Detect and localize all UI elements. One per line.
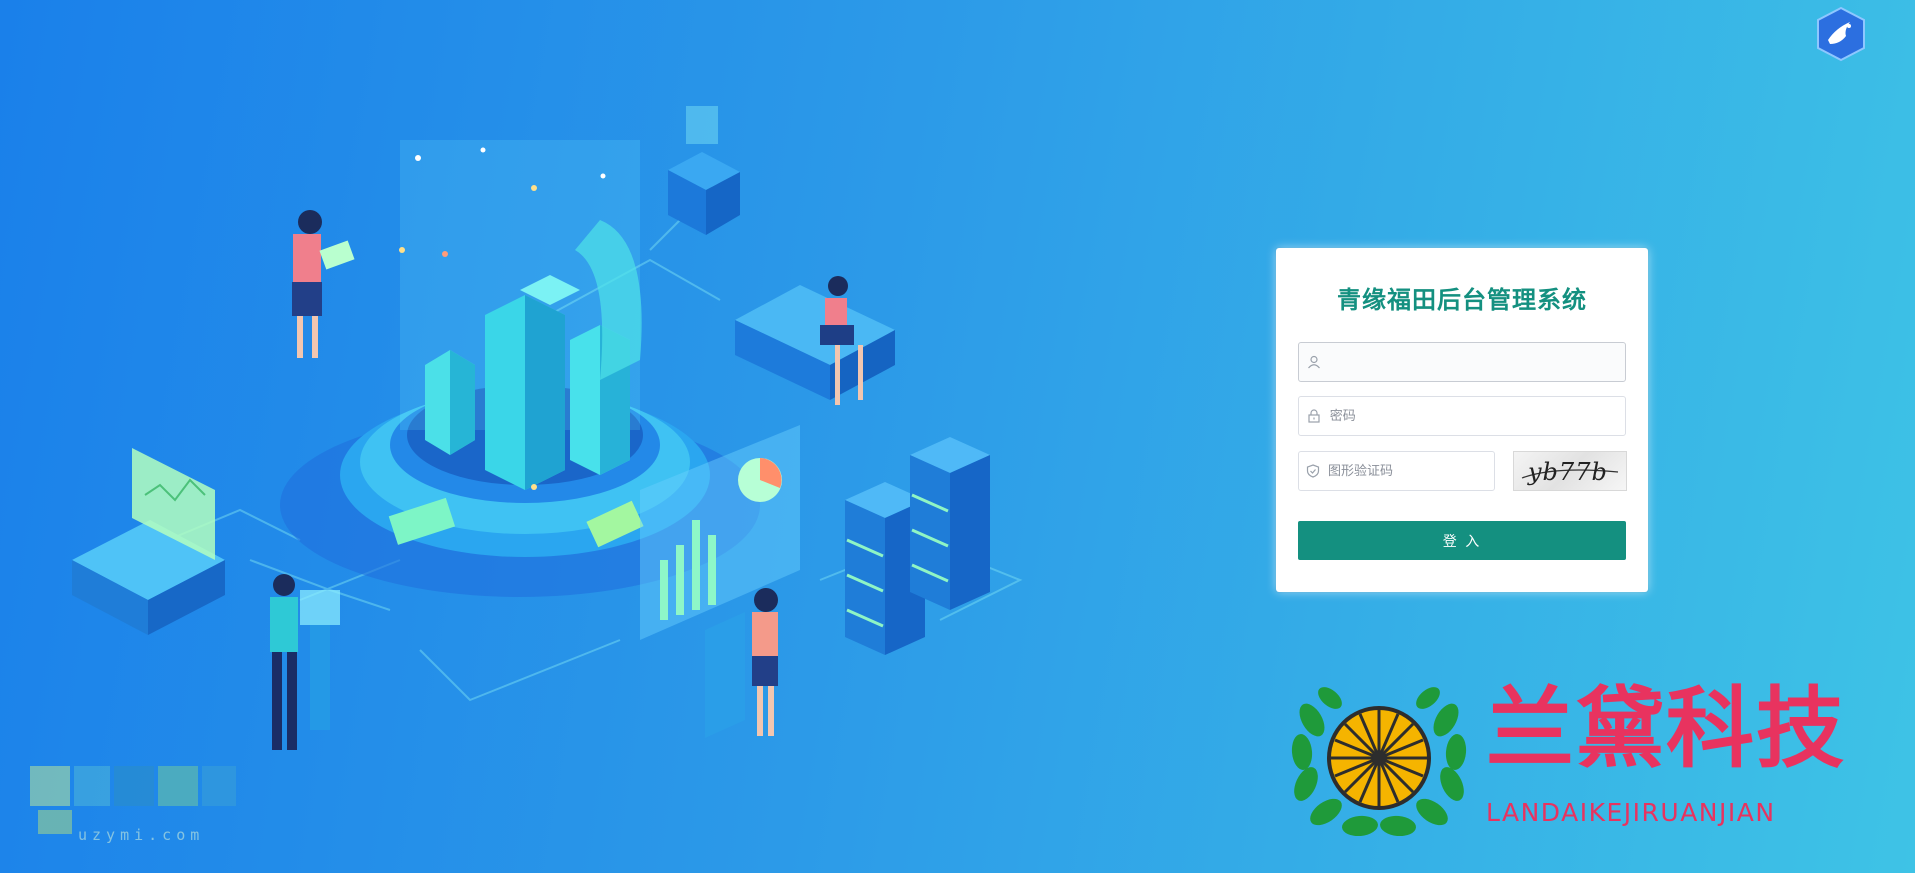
lock-icon bbox=[1299, 397, 1330, 435]
person-woman-console bbox=[705, 588, 778, 738]
captcha-text: yb77b bbox=[1527, 458, 1608, 486]
password-field[interactable] bbox=[1298, 396, 1626, 436]
captcha-field[interactable] bbox=[1298, 451, 1495, 491]
hero-illustration bbox=[72, 106, 1023, 750]
person-woman-tablet bbox=[292, 210, 355, 358]
brand-emblem bbox=[1291, 687, 1467, 836]
top-device bbox=[668, 106, 740, 235]
shield-icon bbox=[1299, 452, 1328, 490]
dove-logo-icon[interactable] bbox=[1814, 6, 1868, 62]
side-platform bbox=[735, 276, 895, 405]
person-man-kiosk bbox=[270, 574, 340, 750]
username-input[interactable] bbox=[1329, 344, 1625, 380]
left-laptop bbox=[72, 448, 225, 635]
captcha-image[interactable]: yb77b bbox=[1513, 451, 1627, 491]
brand-name: 兰黛科技 bbox=[1486, 676, 1847, 780]
login-card: 青缘福田后台管理系统 图形验证码 yb77b 登 入 bbox=[1276, 248, 1648, 592]
password-input[interactable] bbox=[1329, 398, 1625, 434]
login-button[interactable]: 登 入 bbox=[1298, 521, 1626, 560]
user-icon bbox=[1299, 343, 1330, 381]
username-field[interactable] bbox=[1298, 342, 1626, 382]
captcha-input[interactable] bbox=[1327, 453, 1494, 489]
brand-pinyin: LANDAIKEJIRUANJIAN bbox=[1486, 798, 1776, 827]
login-title: 青缘福田后台管理系统 bbox=[1337, 286, 1587, 314]
watermark-domain: uzymi.com bbox=[78, 826, 205, 844]
server-racks bbox=[845, 437, 990, 655]
